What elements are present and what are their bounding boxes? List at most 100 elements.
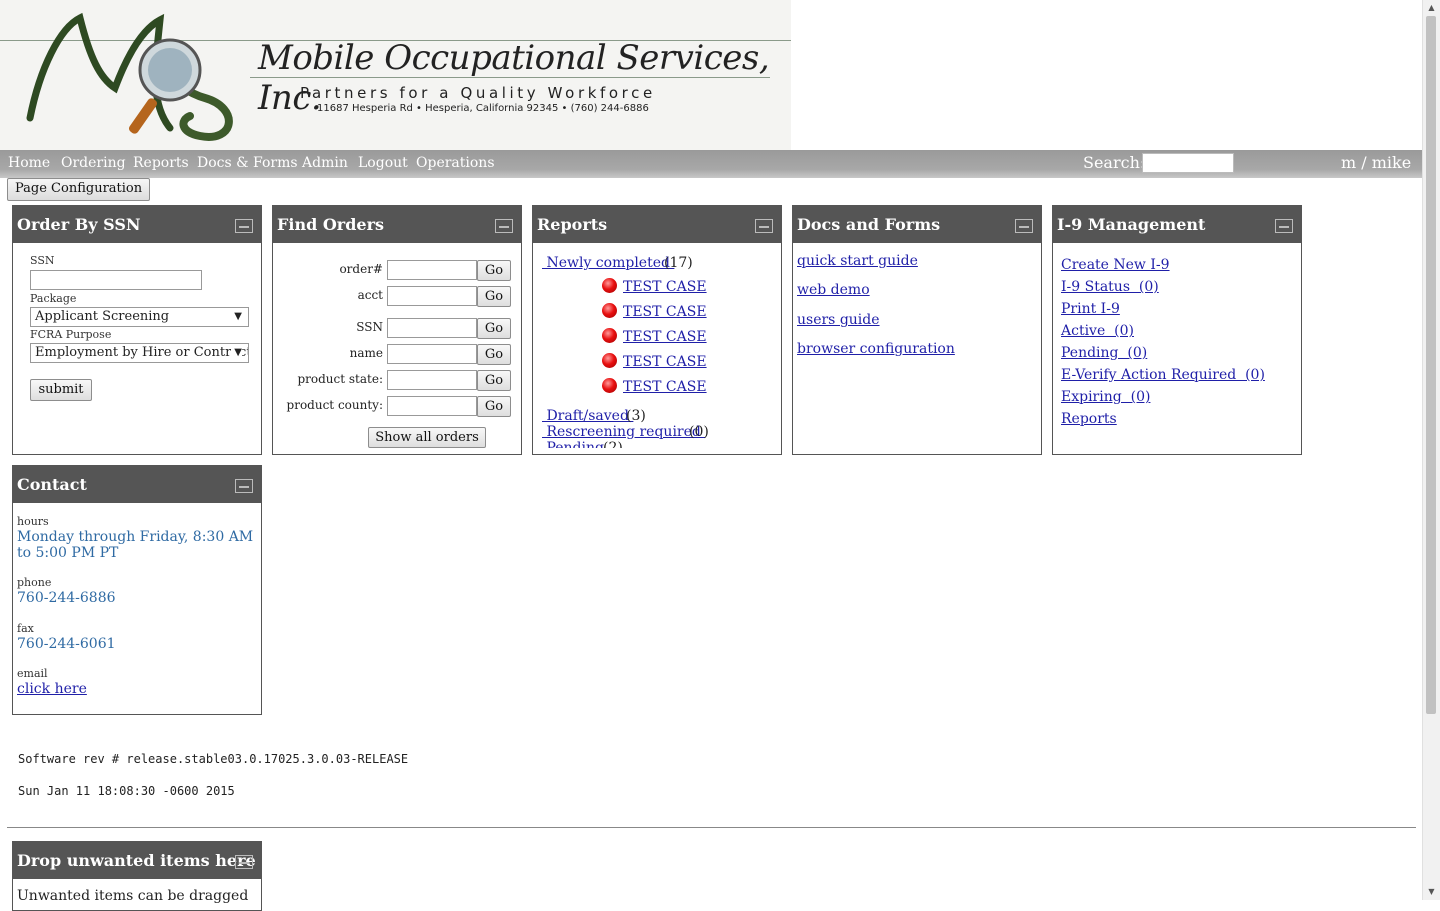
create-new-i9-link[interactable]: Create New I-9 xyxy=(1061,257,1170,273)
current-user[interactable]: m / mike xyxy=(1341,153,1411,172)
panel-header[interactable]: Order By SSN xyxy=(13,206,261,243)
red-status-dot-icon xyxy=(602,353,617,368)
acct-input[interactable] xyxy=(387,286,477,306)
expiring-link[interactable]: Expiring (0) xyxy=(1061,389,1150,405)
panel-header[interactable]: Docs and Forms xyxy=(793,206,1041,243)
panel-header[interactable]: Drop unwanted items here xyxy=(13,842,261,879)
draft-saved-count: (3) xyxy=(626,408,646,424)
active-link[interactable]: Active (0) xyxy=(1061,323,1134,339)
acct-label: acct xyxy=(357,288,383,302)
product-state-go-button[interactable]: Go xyxy=(477,370,511,391)
browser-configuration-link[interactable]: browser configuration xyxy=(797,341,955,357)
draft-saved-link[interactable]: Draft/saved xyxy=(542,408,633,424)
i9-management-panel: I-9 Management Create New I-9 I-9 Status… xyxy=(1052,205,1302,455)
software-revision: Software rev # release.stable03.0.17025.… xyxy=(18,752,409,766)
pending-count: (2) xyxy=(603,440,623,448)
search-input[interactable] xyxy=(1142,153,1234,173)
red-status-dot-icon xyxy=(602,378,617,393)
users-guide-link[interactable]: users guide xyxy=(797,312,880,328)
red-status-dot-icon xyxy=(602,328,617,343)
submit-button[interactable]: submit xyxy=(30,379,92,401)
quick-start-guide-link[interactable]: quick start guide xyxy=(797,253,918,269)
scrollbar-thumb[interactable] xyxy=(1426,16,1436,714)
chevron-down-icon: ▼ xyxy=(234,311,242,322)
order-number-go-button[interactable]: Go xyxy=(477,260,511,281)
fcra-purpose-select[interactable]: Employment by Hire or Contract ▼ xyxy=(30,343,249,363)
test-case-link[interactable]: TEST CASE xyxy=(623,329,707,345)
rescreening-required-link[interactable]: Rescreening required xyxy=(542,424,705,440)
i9-status-link[interactable]: I-9 Status (0) xyxy=(1061,279,1159,295)
show-all-orders-button[interactable]: Show all orders xyxy=(368,427,486,448)
package-selected-value: Applicant Screening xyxy=(35,309,170,324)
panel-title: Reports xyxy=(537,215,608,234)
fcra-label: FCRA Purpose xyxy=(30,328,112,341)
fax-label: fax xyxy=(17,622,34,635)
header-banner: Mobile Occupational Services, Inc. Partn… xyxy=(0,0,791,150)
everify-action-required-link[interactable]: E-Verify Action Required (0) xyxy=(1061,367,1265,383)
email-label: email xyxy=(17,667,48,680)
nav-logout[interactable]: Logout xyxy=(358,155,408,171)
minimize-icon[interactable] xyxy=(235,219,253,233)
product-state-input[interactable] xyxy=(387,370,477,390)
minimize-icon[interactable] xyxy=(1275,219,1293,233)
test-case-link[interactable]: TEST CASE xyxy=(623,279,707,295)
print-i9-link[interactable]: Print I-9 xyxy=(1061,301,1120,317)
nav-docs-forms[interactable]: Docs & Forms xyxy=(197,155,298,171)
newly-completed-link[interactable]: Newly completed xyxy=(542,255,674,271)
drop-zone-panel[interactable]: Drop unwanted items here Unwanted items … xyxy=(12,841,262,911)
panel-title: Find Orders xyxy=(277,215,384,234)
panel-title: I-9 Management xyxy=(1057,215,1206,234)
panel-title: Contact xyxy=(17,475,87,494)
minimize-icon[interactable] xyxy=(1015,219,1033,233)
pending-link[interactable]: Pending xyxy=(542,440,608,448)
ssn-search-input[interactable] xyxy=(387,318,477,338)
name-input[interactable] xyxy=(387,344,477,364)
panel-header[interactable]: Find Orders xyxy=(273,206,521,243)
minimize-icon[interactable] xyxy=(755,219,773,233)
divider xyxy=(7,827,1416,828)
red-status-dot-icon xyxy=(602,278,617,293)
phone-value: 760-244-6886 xyxy=(17,590,116,606)
fax-value: 760-244-6061 xyxy=(17,636,116,652)
minimize-icon[interactable] xyxy=(495,219,513,233)
pending-i9-link[interactable]: Pending (0) xyxy=(1061,345,1147,361)
ssn-input[interactable] xyxy=(30,270,202,290)
panel-header[interactable]: Contact xyxy=(13,466,261,503)
find-orders-panel: Find Orders order# Go acct Go SSN Go nam… xyxy=(272,205,522,455)
reports-scroll-area[interactable]: Newly completed (17) TEST CASE TEST CASE… xyxy=(533,243,781,448)
scroll-up-icon[interactable]: ▲ xyxy=(1423,0,1440,16)
main-navbar: Home Ordering Reports Docs & Forms Admin… xyxy=(0,150,1422,178)
page-configuration-button[interactable]: Page Configuration xyxy=(7,178,151,201)
i9-reports-link[interactable]: Reports xyxy=(1061,411,1117,427)
search-label: Search: xyxy=(1083,153,1146,172)
panel-header[interactable]: I-9 Management xyxy=(1053,206,1301,243)
panel-title: Order By SSN xyxy=(17,215,141,234)
nav-home[interactable]: Home xyxy=(8,155,50,171)
vertical-scrollbar[interactable]: ▲ ▼ xyxy=(1422,0,1440,900)
test-case-link[interactable]: TEST CASE xyxy=(623,354,707,370)
product-county-go-button[interactable]: Go xyxy=(477,396,511,417)
nav-admin[interactable]: Admin xyxy=(302,155,348,171)
web-demo-link[interactable]: web demo xyxy=(797,282,870,298)
email-link[interactable]: click here xyxy=(17,681,87,697)
nav-reports[interactable]: Reports xyxy=(133,155,189,171)
scroll-down-icon[interactable]: ▼ xyxy=(1423,884,1440,900)
panel-header[interactable]: Reports xyxy=(533,206,781,243)
product-state-label: product state: xyxy=(297,372,383,386)
minimize-icon[interactable] xyxy=(235,855,253,869)
nav-ordering[interactable]: Ordering xyxy=(61,155,126,171)
minimize-icon[interactable] xyxy=(235,479,253,493)
product-county-label: product county: xyxy=(286,398,383,412)
package-select[interactable]: Applicant Screening ▼ xyxy=(30,307,249,327)
test-case-link[interactable]: TEST CASE xyxy=(623,304,707,320)
ssn-label: SSN xyxy=(30,254,55,267)
name-go-button[interactable]: Go xyxy=(477,344,511,365)
nav-operations[interactable]: Operations xyxy=(416,155,495,171)
test-case-link[interactable]: TEST CASE xyxy=(623,379,707,395)
hours-label: hours xyxy=(17,515,49,528)
product-county-input[interactable] xyxy=(387,396,477,416)
acct-go-button[interactable]: Go xyxy=(477,286,511,307)
order-number-input[interactable] xyxy=(387,260,477,280)
name-label: name xyxy=(349,346,383,360)
ssn-go-button[interactable]: Go xyxy=(477,318,511,339)
